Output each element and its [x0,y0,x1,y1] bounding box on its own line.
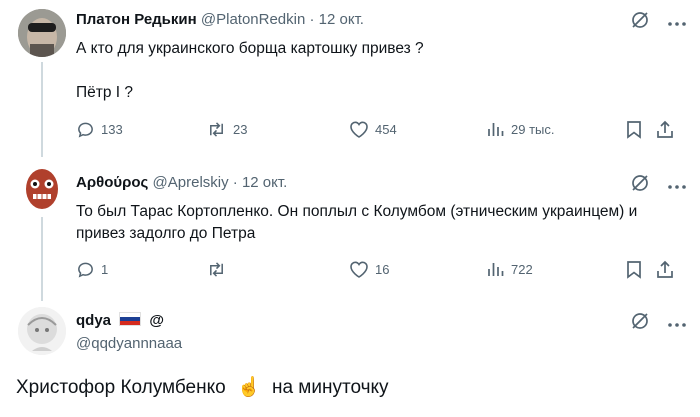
share-button[interactable] [656,120,674,139]
header-icons [630,311,686,336]
display-name[interactable]: qdya [76,312,111,329]
repost-button[interactable] [206,260,233,279]
tweet-text-line: Пётр I ? [76,84,134,101]
repost-icon [210,262,223,277]
share-icon [657,120,673,138]
reply-icon [78,122,93,138]
handle[interactable]: @Aprelskiy [153,174,229,191]
russia-flag-icon [119,312,142,326]
tweet-header: qdya @ [76,311,164,331]
views-button[interactable]: 29 тыс. [487,120,554,138]
separator: · [309,11,315,28]
repost-icon [210,122,223,137]
timestamp[interactable]: 12 окт. [319,11,364,28]
bookmark-button[interactable] [626,260,642,279]
tweet-text: А кто для украинского борща картошку при… [76,38,676,104]
repost-count: 23 [233,122,248,137]
tweet-platon: Платон Редькин @PlatonRedkin · 12 окт. А… [0,0,700,157]
reply-icon [78,262,93,278]
like-button[interactable]: 16 [349,260,389,279]
grok-icon[interactable] [630,311,650,336]
tweet-header: Платон Редькин @PlatonRedkin · 12 окт. [76,10,364,30]
views-count: 722 [511,261,533,277]
like-icon [350,261,368,278]
tweet-text: Христофор Колумбенко ☝ на минуточку [16,375,389,401]
header-icons [630,10,686,35]
action-bar: 1 16 722 [76,260,676,282]
tweet-header: Αρθούρος @Aprelskiy · 12 окт. [76,173,287,193]
tweet-text-part: на минуточку [271,377,389,398]
thread-line [41,217,43,301]
more-icon[interactable] [668,14,686,32]
share-button[interactable] [656,260,674,279]
reply-count: 1 [101,262,109,277]
tweet-text-line: А кто для украинского борща картошку при… [76,40,424,57]
tweet-qdya: qdya @ @qqdyannnaaa Христофор Колумбенко… [0,297,700,417]
avatar[interactable] [18,9,66,57]
reply-button[interactable]: 133 [76,120,123,139]
like-button[interactable]: 454 [349,120,397,139]
more-icon[interactable] [668,177,686,195]
views-icon [488,263,504,276]
reply-button[interactable]: 1 [76,260,108,279]
avatar[interactable] [18,307,66,355]
bookmark-button[interactable] [626,120,642,139]
share-icon [657,260,673,278]
repost-button[interactable]: 23 [206,120,247,139]
action-bar: 133 23 454 29 тыс. [76,120,676,142]
like-icon [350,121,368,138]
header-icons [630,173,686,198]
tweet-arthouros: Αρθούρος @Aprelskiy · 12 окт. То был Тар… [0,157,700,301]
display-name[interactable]: Αρθούρος [76,174,148,191]
views-count: 29 тыс. [511,121,555,137]
display-name[interactable]: Платон Редькин [76,11,197,28]
bookmark-icon [627,261,641,279]
avatar[interactable] [18,165,66,213]
at-badge: @ [149,312,164,329]
like-count: 454 [375,122,397,137]
separator: · [232,174,238,191]
views-icon [488,123,504,136]
tweet-text-part: Христофор Колумбенко [16,377,226,398]
more-icon[interactable] [668,315,686,333]
tweet-text: То был Тарас Кортопленко. Он поплыл с Ко… [76,203,638,242]
handle[interactable]: @qqdyannnaaa [76,334,182,354]
grok-icon[interactable] [630,10,650,35]
grok-icon[interactable] [630,173,650,198]
timestamp[interactable]: 12 окт. [242,174,287,191]
handle[interactable]: @PlatonRedkin [201,11,305,28]
reply-count: 133 [101,122,123,137]
bookmark-icon [627,121,641,139]
like-count: 16 [375,262,390,277]
pointing-up-emoji: ☝ [237,377,261,398]
thread-line [41,62,43,157]
views-button[interactable]: 722 [487,260,533,278]
